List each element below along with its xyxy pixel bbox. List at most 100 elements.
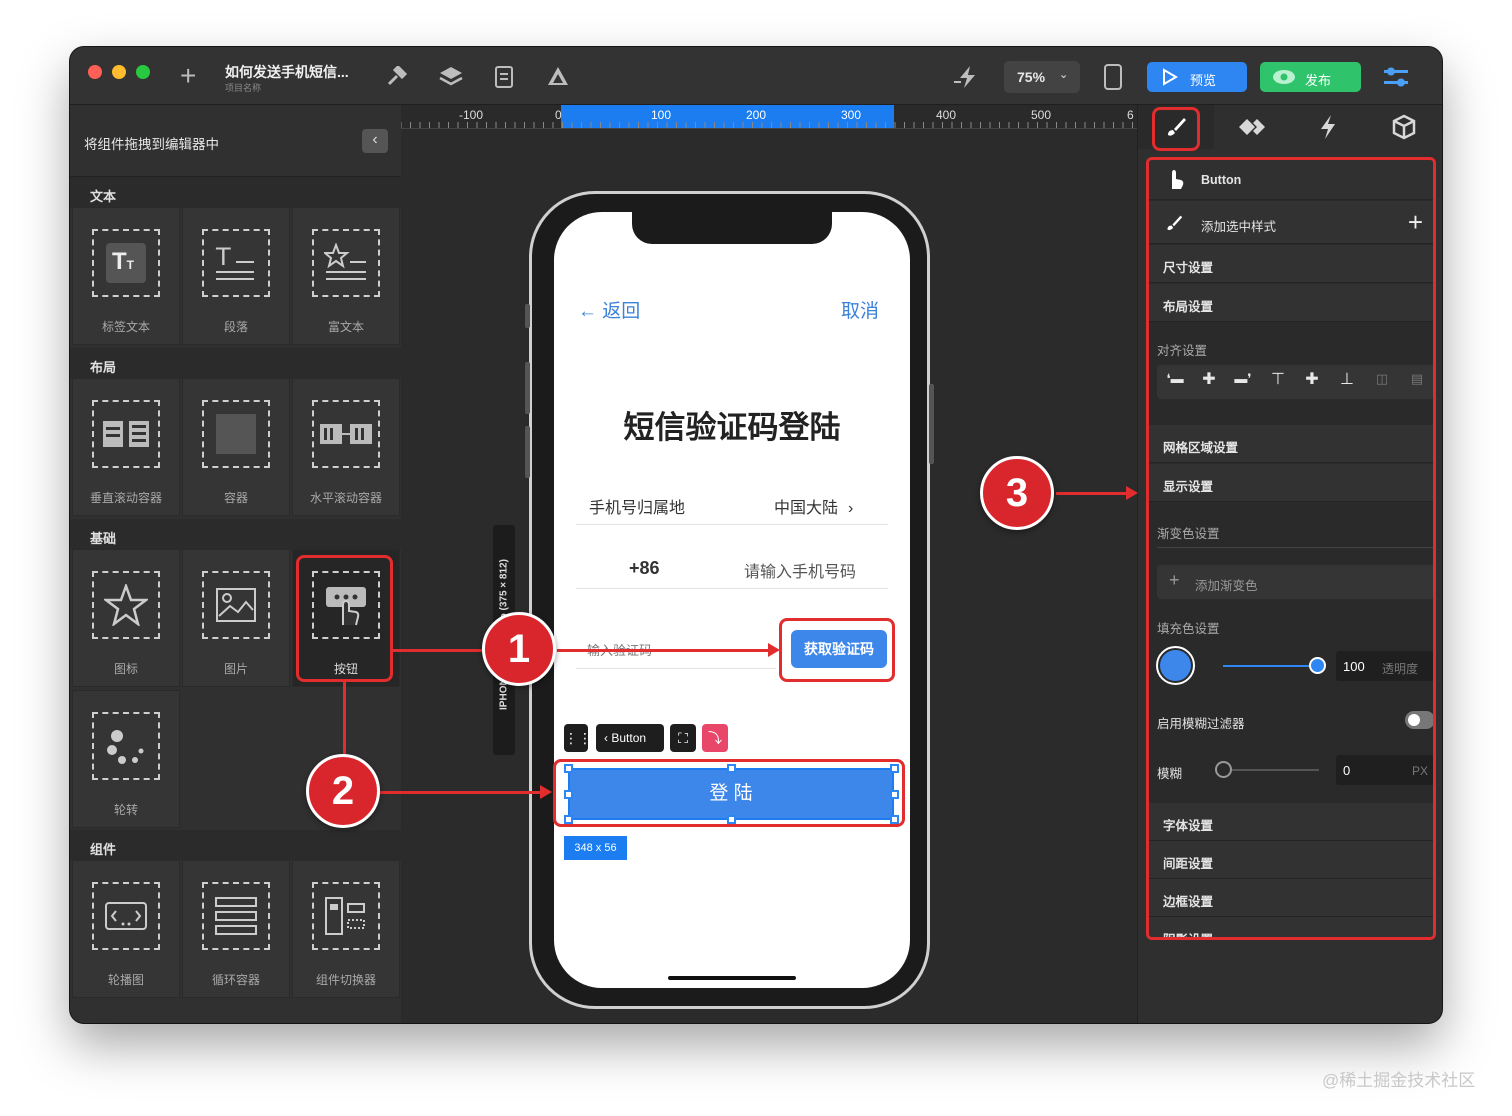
- tab-events[interactable]: [1290, 105, 1366, 149]
- settings-sliders-icon[interactable]: [1382, 64, 1410, 90]
- component-name-row: Button: [1149, 160, 1433, 200]
- phone-input[interactable]: 请输入手机号码: [744, 558, 856, 582]
- select-parent-button[interactable]: ‹ Button: [596, 724, 664, 752]
- container-icon: [202, 400, 270, 468]
- arrow-head: [768, 643, 780, 657]
- fill-color-swatch[interactable]: [1156, 646, 1195, 685]
- lightning-icon[interactable]: ⤵: [702, 724, 728, 752]
- preview-button[interactable]: 预览: [1147, 62, 1247, 92]
- paragraph-icon: T: [202, 229, 270, 297]
- tile-hscroll[interactable]: 水平滚动容器: [292, 378, 400, 516]
- tile-image[interactable]: 图片: [182, 549, 290, 687]
- align-center-h-icon[interactable]: ✚: [1194, 365, 1224, 393]
- ruler-label: 400: [936, 108, 957, 122]
- tile-container[interactable]: 容器: [182, 378, 290, 516]
- zoom-select[interactable]: 75% ⌄: [1004, 61, 1080, 93]
- tile-label-text[interactable]: TT 标签文本: [72, 207, 180, 345]
- tile-switcher[interactable]: 组件切换器: [292, 860, 400, 998]
- style-tab-highlight: [1152, 107, 1200, 151]
- tile-loop[interactable]: 循环容器: [182, 860, 290, 998]
- layout-settings[interactable]: 布局设置: [1149, 284, 1433, 322]
- play-icon: [1163, 68, 1178, 86]
- align-right-icon[interactable]: ▬❜: [1228, 365, 1258, 393]
- grid-area-settings[interactable]: 网格区域设置: [1149, 425, 1433, 463]
- tile-spinner[interactable]: 轮转: [72, 690, 180, 828]
- spacing-settings[interactable]: 间距设置: [1149, 841, 1433, 879]
- carousel-icon: [92, 882, 160, 950]
- opacity-input[interactable]: 100 透明度: [1336, 651, 1433, 681]
- deploy-icon[interactable]: [546, 65, 570, 89]
- layers-icon[interactable]: [438, 65, 464, 89]
- close-window-button[interactable]: [88, 65, 102, 79]
- maximize-window-button[interactable]: [136, 65, 150, 79]
- cancel-button[interactable]: 取消: [841, 296, 879, 323]
- tile-empty: [182, 690, 290, 828]
- region-value[interactable]: 中国大陆 ›: [774, 494, 853, 518]
- svg-text:T: T: [215, 243, 231, 271]
- size-badge: 348 x 56: [564, 836, 627, 860]
- blur-filter-toggle[interactable]: [1405, 711, 1433, 729]
- arrow-head: [1126, 486, 1138, 500]
- shadow-settings[interactable]: 阴影设置: [1149, 917, 1433, 937]
- font-settings[interactable]: 字体设置: [1149, 803, 1433, 841]
- align-bottom-icon[interactable]: ⊥: [1332, 365, 1362, 393]
- hammer-icon[interactable]: [386, 66, 408, 88]
- rich-text-icon: [312, 229, 380, 297]
- align-settings: 对齐设置 ❛▬ ✚ ▬❜ ⊤ ✚ ⊥ ◫ ▤: [1149, 323, 1433, 425]
- arrow-left-icon: ←: [578, 301, 597, 322]
- display-settings[interactable]: 显示设置: [1149, 464, 1433, 502]
- callout-line: [380, 791, 542, 794]
- add-icon[interactable]: +: [1408, 207, 1423, 238]
- phone-screen: ← 返回 取消 短信验证码登陆 手机号归属地 中国大陆 › +86 请输入手机号码…: [554, 212, 910, 988]
- device-icon[interactable]: [1104, 64, 1122, 90]
- blur-slider[interactable]: [1223, 769, 1319, 771]
- drag-handle-icon[interactable]: ⋮⋮: [564, 724, 592, 752]
- tile-carousel[interactable]: 轮播图: [72, 860, 180, 998]
- eye-icon: [1273, 70, 1295, 84]
- publish-button[interactable]: 发布: [1260, 62, 1361, 92]
- tile-rich-text[interactable]: 富文本: [292, 207, 400, 345]
- collapse-panel-button[interactable]: ‹: [362, 129, 388, 153]
- ruler-label: 0: [555, 108, 562, 122]
- home-indicator: [668, 976, 796, 980]
- horizontal-scroll-icon: [312, 400, 380, 468]
- align-top-icon[interactable]: ⊤: [1263, 365, 1293, 393]
- spinner-icon: [92, 712, 160, 780]
- add-gradient-button[interactable]: + 添加渐变色: [1157, 565, 1433, 599]
- opacity-slider-thumb[interactable]: [1309, 657, 1326, 674]
- fullscreen-icon[interactable]: ⛶: [670, 724, 696, 752]
- add-icon: +: [1169, 570, 1180, 590]
- size-settings[interactable]: 尺寸设置: [1149, 245, 1433, 283]
- tile-icon[interactable]: 图标: [72, 549, 180, 687]
- align-center-v-icon[interactable]: ✚: [1297, 365, 1327, 393]
- project-subtitle: 项目名称: [225, 83, 262, 93]
- align-left-icon[interactable]: ❛▬: [1160, 365, 1190, 393]
- tab-plugins[interactable]: [1366, 105, 1442, 149]
- minimize-window-button[interactable]: [112, 65, 126, 79]
- border-settings[interactable]: 边框设置: [1149, 879, 1433, 917]
- fill-settings: 填充色设置 100 透明度 启用模糊过滤器 模糊 0 PX: [1149, 613, 1433, 803]
- opacity-slider[interactable]: [1223, 665, 1319, 667]
- distribute-h-icon[interactable]: ◫: [1367, 365, 1397, 393]
- title-bar: + 如何发送手机短信... 项目名称 75% ⌄ 预览 发布: [70, 47, 1442, 105]
- add-icon[interactable]: +: [180, 62, 196, 90]
- blur-input[interactable]: 0 PX: [1336, 755, 1433, 785]
- lightning-icon[interactable]: [954, 65, 980, 89]
- country-code[interactable]: +86: [629, 558, 660, 579]
- phone-frame: ← 返回 取消 短信验证码登陆 手机号归属地 中国大陆 › +86 请输入手机号码…: [525, 191, 934, 1009]
- region-label: 手机号归属地: [589, 500, 686, 517]
- add-style-row[interactable]: 添加选中样式 +: [1149, 201, 1433, 244]
- project-title[interactable]: 如何发送手机短信...: [225, 62, 349, 82]
- document-icon[interactable]: [494, 65, 514, 89]
- loop-container-icon: [202, 882, 270, 950]
- callout-line: [393, 649, 483, 652]
- distribute-v-icon[interactable]: ▤: [1402, 365, 1432, 393]
- notch: [632, 212, 832, 244]
- blur-slider-thumb[interactable]: [1215, 761, 1232, 778]
- style-settings: Button 添加选中样式 + 尺寸设置 布局设置 对齐设置 ❛▬ ✚ ▬❜ ⊤…: [1146, 157, 1436, 940]
- tile-vscroll[interactable]: 垂直滚动容器: [72, 378, 180, 516]
- arrow-head: [540, 785, 552, 799]
- back-button[interactable]: ← 返回: [578, 296, 640, 323]
- tab-data[interactable]: [1214, 105, 1290, 149]
- tile-paragraph[interactable]: T 段落: [182, 207, 290, 345]
